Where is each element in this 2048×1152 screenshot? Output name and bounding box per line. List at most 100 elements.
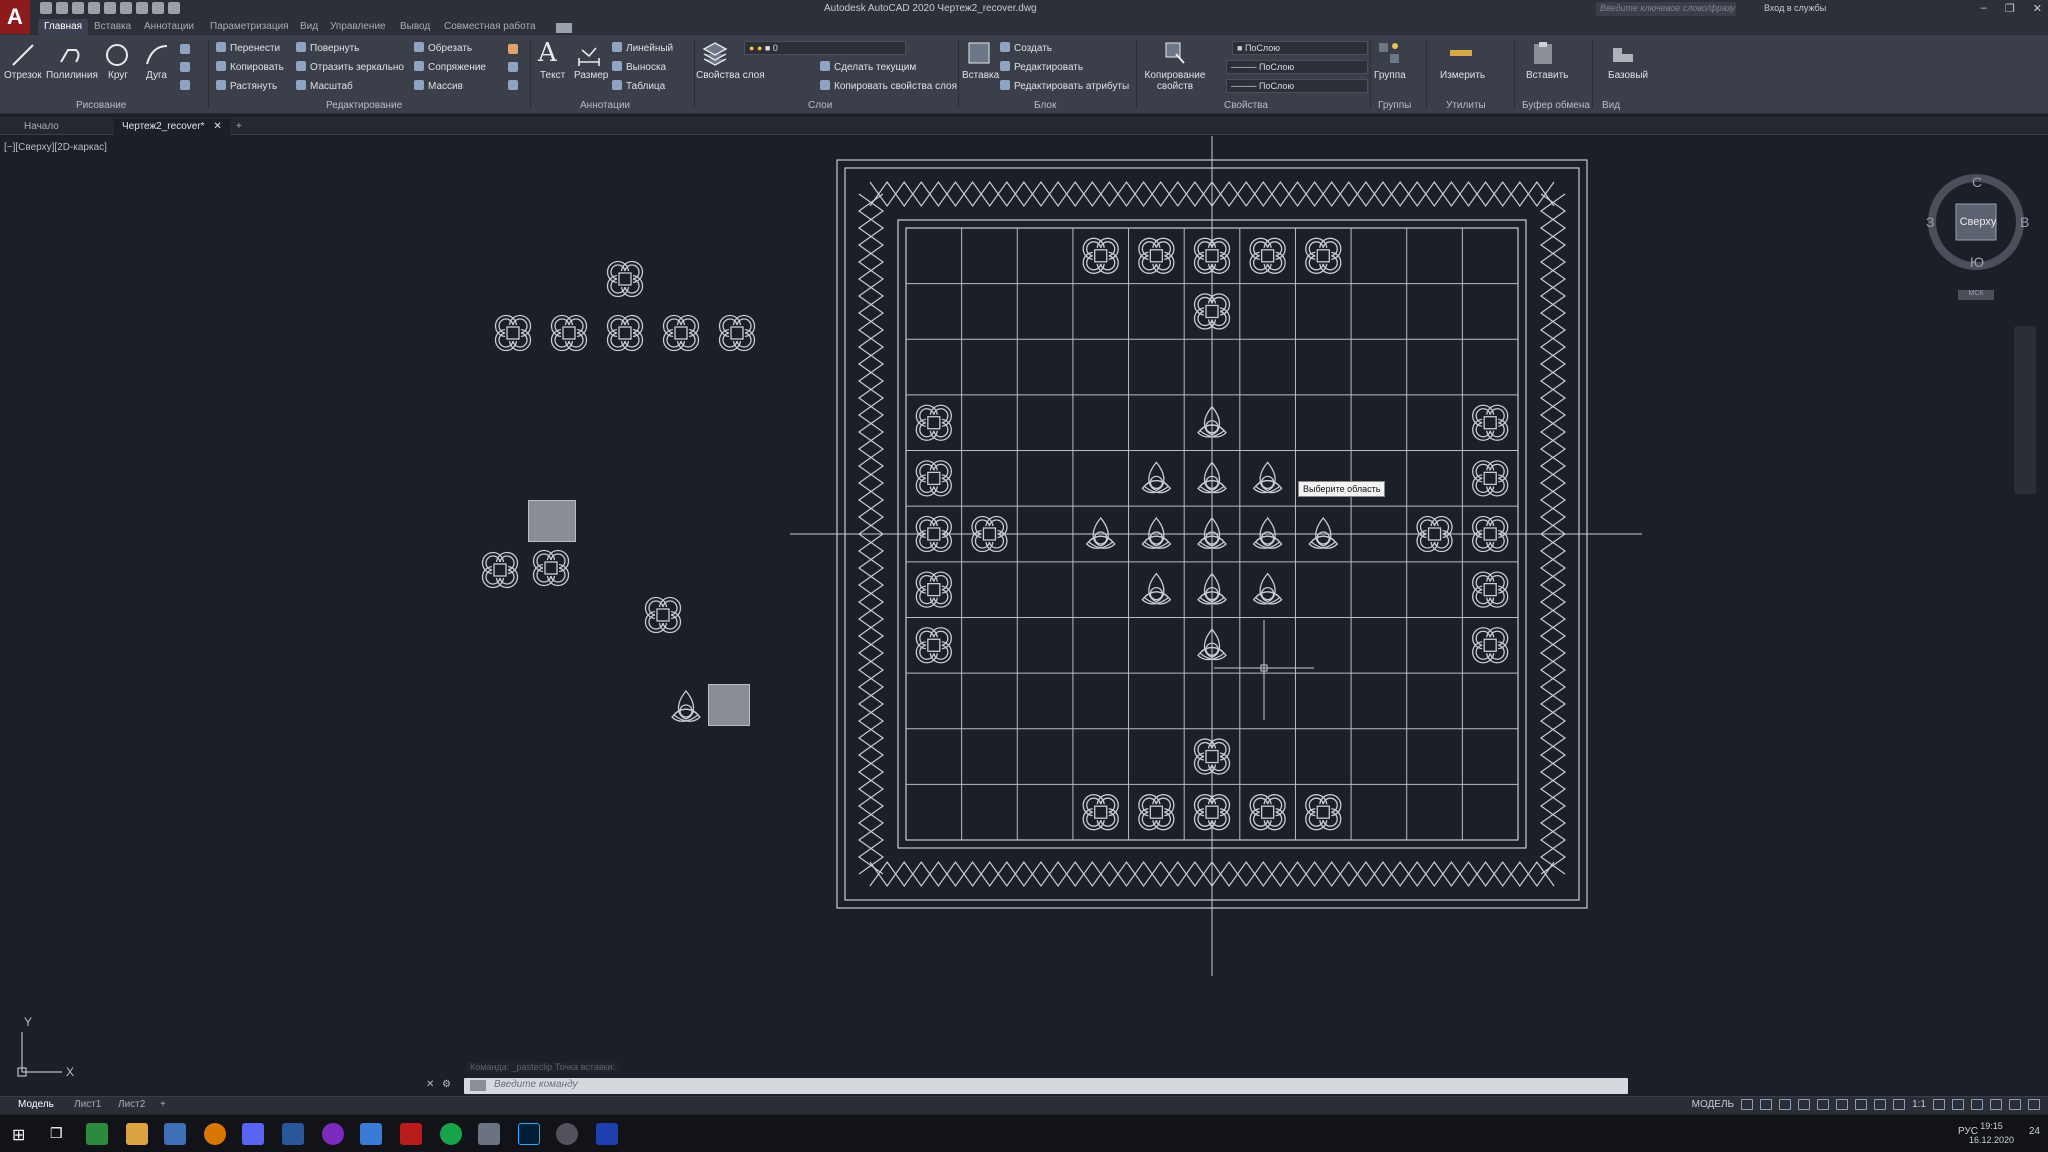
line-tool-label[interactable]: Отрезок [4, 70, 42, 81]
fillet-button[interactable]: Сопряжение [414, 61, 486, 73]
web-open-icon[interactable] [104, 2, 116, 14]
tab-annotate[interactable]: Аннотации [144, 21, 194, 32]
mirror-button[interactable]: Отразить зеркально [296, 61, 404, 73]
layer-properties-icon[interactable] [702, 40, 728, 66]
table-button[interactable]: Таблица [612, 80, 665, 92]
tab-view[interactable]: Вид [300, 21, 318, 32]
word-icon[interactable] [282, 1123, 304, 1145]
isodraft-icon[interactable] [1817, 1099, 1830, 1110]
tab-insert[interactable]: Вставка [94, 21, 131, 32]
search-input[interactable]: Введите ключевое слово/фразу [1596, 2, 1736, 16]
auto-scale-icon[interactable] [1893, 1099, 1906, 1110]
photoshop-icon[interactable] [518, 1123, 540, 1145]
polar-icon[interactable] [1798, 1099, 1811, 1110]
layer-dropdown[interactable]: ● ● ■ 0 [744, 41, 906, 55]
chrome-icon[interactable] [86, 1123, 108, 1145]
block-insert-label[interactable]: Вставка [962, 70, 999, 81]
viewcube-north[interactable]: С [1972, 174, 1982, 190]
app-icon-4[interactable] [440, 1123, 462, 1145]
task-view-icon[interactable]: ❒ [50, 1125, 63, 1142]
customization-icon[interactable] [2028, 1099, 2040, 1110]
group-icon[interactable] [1376, 40, 1402, 66]
plot-icon[interactable] [136, 2, 148, 14]
arc-tool-icon[interactable] [144, 42, 170, 68]
undo-icon[interactable] [152, 2, 164, 14]
trim-button[interactable]: Обрезать [414, 42, 472, 54]
new-tab-icon[interactable]: + [228, 119, 250, 135]
autocad-logo-button[interactable]: A [0, 0, 30, 34]
measure-icon[interactable] [1448, 40, 1474, 66]
polyline-tool-icon[interactable] [58, 42, 84, 68]
paste-icon[interactable] [1530, 40, 1556, 66]
lineweight-dropdown[interactable]: ──── ПоСлою [1226, 79, 1368, 93]
viewcube[interactable]: С Ю В З Сверху МСК [1920, 172, 2030, 302]
hardware-acceleration-icon[interactable] [1971, 1099, 1983, 1110]
add-layout-icon[interactable]: + [160, 1099, 166, 1110]
tab-drawing[interactable]: Чертеж2_recover* ✕ [114, 119, 230, 135]
rectangle-icon[interactable] [180, 44, 190, 54]
base-view-label[interactable]: Базовый [1608, 70, 1648, 81]
save-icon[interactable] [72, 2, 84, 14]
dimension-tool-label[interactable]: Размер [574, 70, 608, 81]
web-save-icon[interactable] [120, 2, 132, 14]
close-command-icon[interactable]: ✕ [426, 1079, 434, 1090]
linetype-dropdown[interactable]: ──── ПоСлою [1226, 60, 1368, 74]
text-icon[interactable]: A [538, 38, 557, 68]
layers-panel-label[interactable]: Слои [808, 100, 832, 111]
tab-output[interactable]: Вывод [400, 21, 430, 32]
draw-panel-label[interactable]: Рисование [76, 100, 126, 111]
hatch-icon[interactable] [180, 62, 190, 72]
snap-icon[interactable] [1760, 1099, 1773, 1110]
dimension-icon[interactable] [576, 42, 602, 68]
object-snap-icon[interactable] [1836, 1099, 1849, 1110]
close-tab-icon[interactable]: ✕ [213, 121, 221, 132]
line-tool-icon[interactable] [10, 42, 36, 68]
annotation-visibility-icon[interactable] [1874, 1099, 1887, 1110]
clipboard-panel-label[interactable]: Буфер обмена [1522, 100, 1590, 111]
save-as-icon[interactable] [88, 2, 100, 14]
group-label[interactable]: Группа [1374, 70, 1406, 81]
app-icon-2[interactable] [322, 1123, 344, 1145]
app-icon-5[interactable] [478, 1123, 500, 1145]
measure-label[interactable]: Измерить [1440, 70, 1485, 81]
viewcube-west[interactable]: З [1926, 214, 1934, 230]
plus-icon[interactable] [1952, 1099, 1964, 1110]
command-input[interactable]: Введите команду [494, 1079, 578, 1090]
properties-panel-label[interactable]: Свойства [1224, 100, 1268, 111]
groups-panel-label[interactable]: Группы [1378, 100, 1411, 111]
origin-icon[interactable] [204, 1123, 226, 1145]
workspace-gear-icon[interactable] [1933, 1099, 1945, 1110]
grid-icon[interactable] [1741, 1099, 1754, 1110]
tab-parametric[interactable]: Параметризация [210, 21, 289, 32]
match-properties-label[interactable]: Копирование свойств [1144, 70, 1206, 92]
app-icon-6[interactable] [556, 1123, 578, 1145]
annotation-scale[interactable]: 1:1 [1912, 1099, 1926, 1110]
scale-button[interactable]: Масштаб [296, 80, 353, 92]
copy-button[interactable]: Копировать [216, 61, 284, 73]
tab-layout1[interactable]: Лист1 [74, 1099, 101, 1110]
navigation-bar[interactable] [2014, 326, 2036, 494]
circle-tool-label[interactable]: Круг [108, 70, 128, 81]
autocad-taskbar-icon[interactable] [400, 1123, 422, 1145]
tab-collaborate[interactable]: Совместная работа [444, 21, 536, 32]
viewcube-top-label[interactable]: Сверху [1958, 216, 1998, 228]
modify-panel-label[interactable]: Редактирование [326, 100, 402, 111]
viewcube-east[interactable]: В [2020, 214, 2029, 230]
block-panel-label[interactable]: Блок [1034, 100, 1056, 111]
app-icon-7[interactable] [596, 1123, 618, 1145]
app-icon-3[interactable] [360, 1123, 382, 1145]
tab-manage[interactable]: Управление [330, 21, 386, 32]
minimize-icon[interactable]: – [1981, 2, 1987, 15]
layer-properties-label[interactable]: Свойства слоя [696, 70, 765, 81]
taskbar-clock[interactable]: 19:15 16.12.2020 [1969, 1119, 2014, 1147]
text-tool-label[interactable]: Текст [540, 70, 565, 81]
ortho-icon[interactable] [1779, 1099, 1792, 1110]
tab-layout2[interactable]: Лист2 [118, 1099, 145, 1110]
block-create-button[interactable]: Создать [1000, 42, 1052, 54]
discord-icon[interactable] [242, 1123, 264, 1145]
edit-attributes-button[interactable]: Редактировать атрибуты [1000, 80, 1129, 92]
notification-count[interactable]: 24 [2029, 1126, 2040, 1137]
wcs-label[interactable]: МСК [1958, 290, 1994, 297]
tab-start[interactable]: Начало [16, 119, 67, 135]
restore-icon[interactable]: ❐ [2005, 2, 2015, 15]
